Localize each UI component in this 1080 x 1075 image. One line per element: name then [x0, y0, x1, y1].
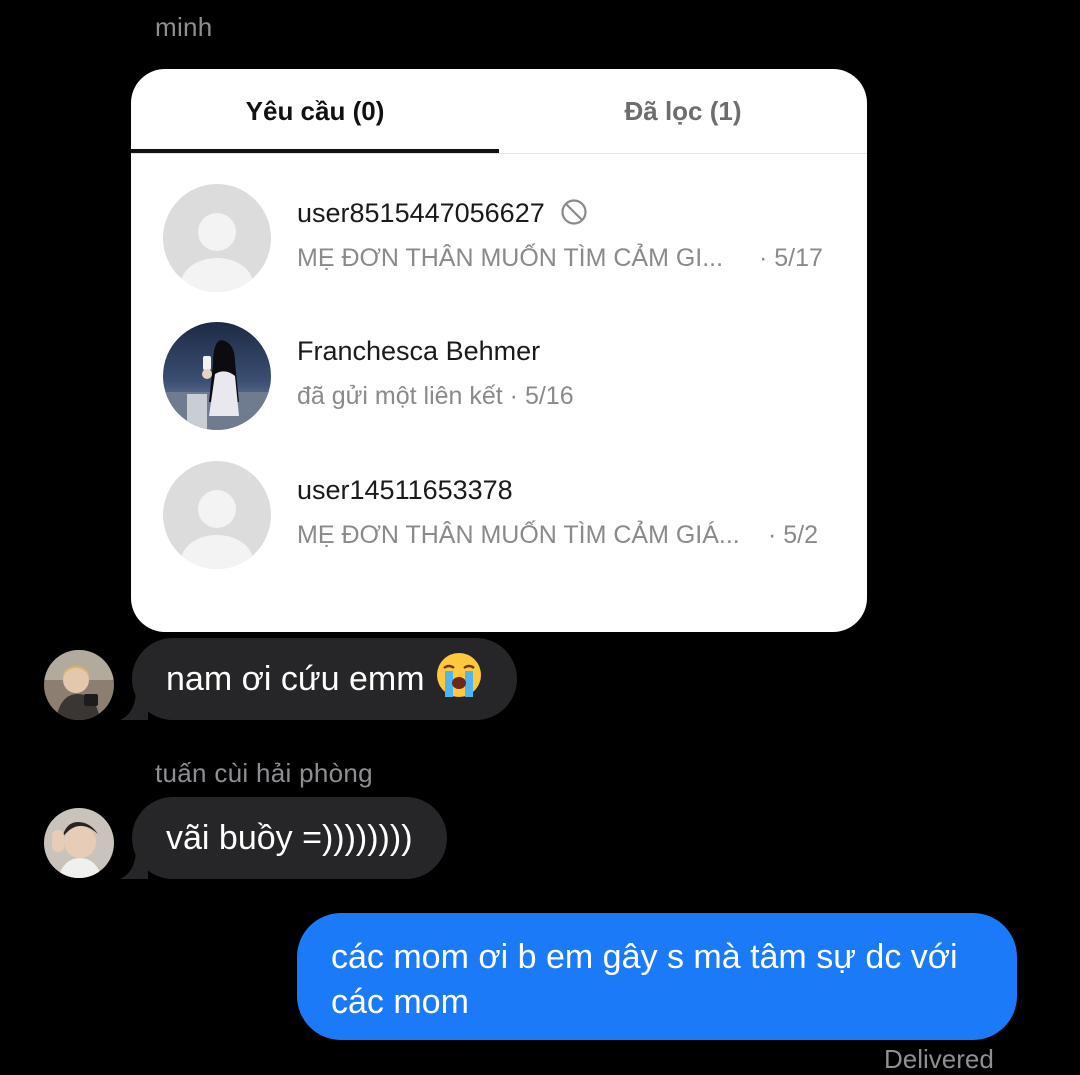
avatar[interactable] — [44, 650, 114, 720]
request-username: Franchesca Behmer — [297, 336, 541, 366]
photo-avatar — [163, 322, 271, 430]
delivery-status: Delivered — [884, 1044, 994, 1074]
request-item[interactable]: user14511653378 MẸ ĐƠN THÂN MUỐN TÌM CẢM… — [131, 461, 867, 571]
request-preview: đã gửi một liên kết · 5/16 — [297, 382, 574, 410]
message-text: nam ơi cứu emm — [166, 659, 425, 698]
bubble-tail — [120, 694, 148, 720]
request-date: · 5/17 — [759, 244, 823, 272]
request-item[interactable]: Franchesca Behmer đã gửi một liên kết · … — [131, 322, 867, 432]
default-avatar-icon — [163, 184, 271, 292]
message-bubble-incoming[interactable]: vãi buồy =)))))))) — [120, 797, 447, 879]
sender-name-minh: minh — [155, 12, 213, 42]
block-icon — [560, 198, 588, 233]
bubble-tail — [120, 853, 148, 879]
request-tabs: Yêu cầu (0) Đã lọc (1) — [131, 69, 867, 154]
tab-requests[interactable]: Yêu cầu (0) — [131, 69, 499, 153]
request-preview: MẸ ĐƠN THÂN MUỐN TÌM CẢM GI... — [297, 244, 724, 272]
loudly-crying-face-icon — [435, 651, 483, 708]
request-username: user8515447056627 — [297, 198, 588, 233]
request-date: · 5/2 — [768, 521, 819, 549]
message-bubble-incoming[interactable]: nam ơi cứu emm — [120, 638, 517, 720]
avatar[interactable] — [44, 808, 114, 878]
request-username: user14511653378 — [297, 475, 513, 505]
active-tab-indicator — [131, 149, 499, 153]
message-bubble-outgoing[interactable]: các mom ơi b em gây s mà tâm sự dc với c… — [297, 913, 1017, 1040]
tab-filtered[interactable]: Đã lọc (1) — [499, 69, 867, 153]
message-text: vãi buồy =)))))))) — [166, 818, 413, 857]
request-preview: MẸ ĐƠN THÂN MUỐN TÌM CẢM GIÁ... — [297, 521, 740, 549]
shared-screenshot-card[interactable]: Yêu cầu (0) Đã lọc (1) user8515447056627… — [131, 69, 867, 632]
sender-name-tuan: tuấn cùi hải phòng — [155, 758, 373, 788]
request-item[interactable]: user8515447056627 MẸ ĐƠN THÂN MUỐN TÌM C… — [131, 184, 867, 294]
default-avatar-icon — [163, 461, 271, 569]
message-text: các mom ơi b em gây s mà tâm sự dc với c… — [331, 938, 958, 1021]
